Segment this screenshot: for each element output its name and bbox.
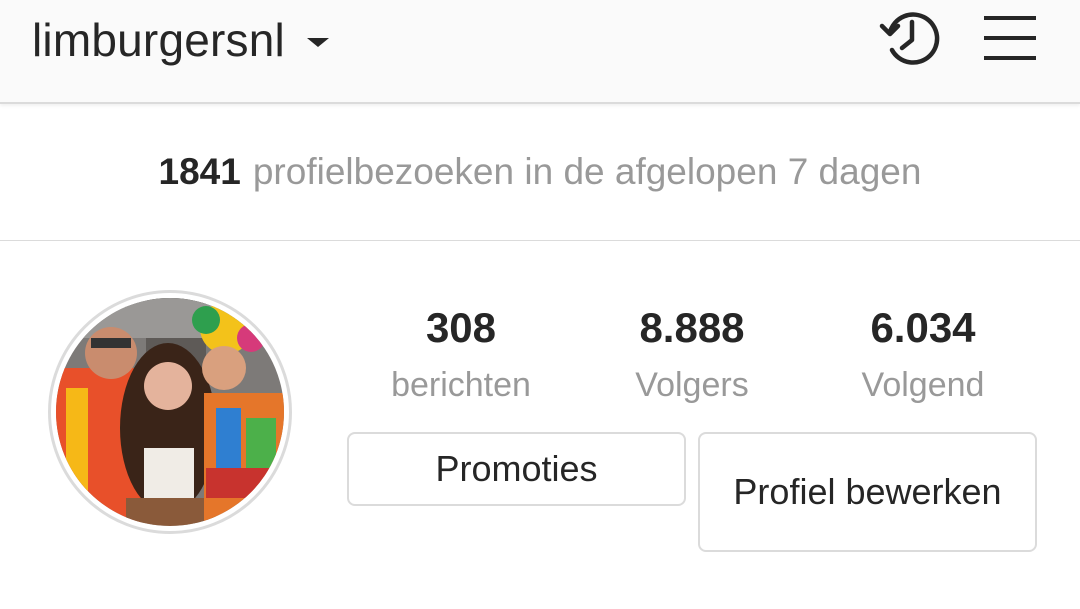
top-bar: limburgersnl [0,0,1080,104]
stat-posts[interactable]: 308 berichten [346,300,576,414]
stat-label: berichten [391,366,531,404]
promotions-button[interactable]: Promoties [347,432,686,506]
hamburger-menu-icon [984,16,1036,60]
edit-profile-button[interactable]: Profiel bewerken [698,432,1037,552]
username: limburgersnl [32,14,285,66]
menu-button[interactable] [978,6,1042,70]
avatar[interactable] [56,298,284,526]
history-button[interactable] [878,6,942,70]
stat-label: Volgers [635,366,749,404]
stat-following[interactable]: 6.034 Volgend [808,300,1038,414]
chevron-down-icon [306,37,329,47]
history-icon [879,12,940,65]
avatar-photo [56,298,284,526]
account-switcher[interactable]: limburgersnl [32,10,329,70]
stat-value: 8.888 [639,304,745,351]
profile-visits-count: 1841 [158,151,241,192]
profile-visits-banner[interactable]: 1841 profielbezoeken in de afgelopen 7 d… [0,104,1080,241]
stat-value: 6.034 [870,304,976,351]
stat-value: 308 [425,304,497,351]
stat-label: Volgend [861,366,985,404]
stat-followers[interactable]: 8.888 Volgers [577,300,807,414]
profile-visits-text: profielbezoeken in de afgelopen 7 dagen [252,151,922,192]
